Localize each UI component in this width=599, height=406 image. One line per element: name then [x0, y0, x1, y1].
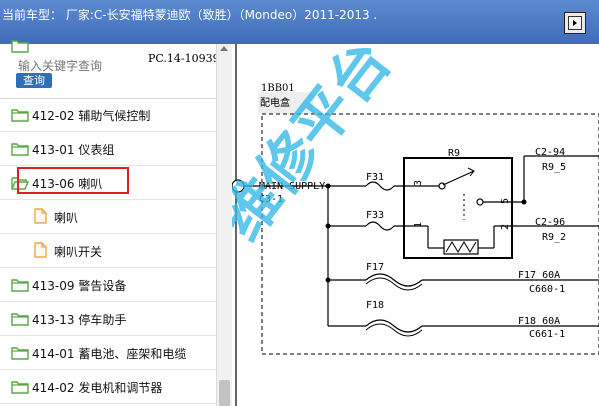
- pin-label: 3: [413, 180, 424, 186]
- folder-icon: [11, 313, 29, 326]
- document-icon: [34, 208, 47, 224]
- tree-item-413-13[interactable]: 413-13 停车助手: [0, 302, 216, 336]
- wiring-diagram[interactable]: 1BB01 配电盒 MAIN SUPPLY C3-1 F31 F33 R9 3 …: [232, 44, 599, 406]
- scroll-thumb[interactable]: [219, 380, 230, 406]
- tree-item-413-01[interactable]: 413-01 仪表组: [0, 132, 216, 166]
- restore-button[interactable]: [564, 12, 586, 34]
- fuse-f33-label: F33: [366, 210, 384, 221]
- watermark: 维修平台: [232, 44, 404, 253]
- box-name: 配电盒: [260, 96, 290, 109]
- output-label: R9_2: [542, 232, 566, 243]
- output-label: F17 60A: [518, 270, 560, 281]
- output-label: C2-94: [535, 147, 565, 158]
- scroll-up-arrow-icon[interactable]: [220, 46, 228, 51]
- tree-item-horn-switch[interactable]: 喇叭开关: [0, 234, 216, 268]
- folder-icon: [11, 40, 29, 53]
- window-title: 当前车型： 厂家:C-长安福特蒙迪欧（致胜）（Mondeo）2011-2013 …: [2, 8, 378, 22]
- folder-icon: [11, 381, 29, 394]
- fuse-f31-icon: [365, 181, 395, 191]
- relay-name: R9: [448, 148, 460, 159]
- search-area: 查询 PC.14-10939: [0, 40, 220, 99]
- folder-icon: [11, 109, 29, 122]
- output-label: C661-1: [529, 329, 565, 340]
- output-label: C660-1: [529, 284, 565, 295]
- pin-label: 1: [413, 222, 424, 228]
- pin-label: 2: [500, 224, 511, 230]
- tree-item-413-09[interactable]: 413-09 警告设备: [0, 268, 216, 302]
- restore-icon: [568, 16, 582, 30]
- relay-switch-icon: [442, 170, 475, 186]
- tree-item-label: 412-02 辅助气候控制: [32, 109, 151, 123]
- title-bar: 当前车型： 厂家:C-长安福特蒙迪欧（致胜）（Mondeo）2011-2013 …: [0, 0, 599, 44]
- sidebar: 查询 PC.14-10939 412-02 辅助气候控制 413-01 仪表组 …: [0, 40, 232, 406]
- tree-item-label: 413-13 停车助手: [32, 313, 127, 327]
- fuse-f33-icon: [365, 221, 395, 231]
- tree-item-412-02[interactable]: 412-02 辅助气候控制: [0, 98, 216, 132]
- output-label: C2-96: [535, 217, 565, 228]
- folder-icon: [11, 347, 29, 360]
- pin-label: 5: [500, 198, 511, 204]
- tree-item-label: 414-01 蓄电池、座架和电缆: [32, 347, 187, 361]
- tree-item-horn[interactable]: 喇叭: [0, 200, 216, 234]
- tree-item-label: 413-09 警告设备: [32, 279, 127, 293]
- fuse-f17-label: F17: [366, 262, 384, 273]
- tree-item-label: 414-02 发电机和调节器: [32, 381, 163, 395]
- tree-item-label: 413-01 仪表组: [32, 143, 115, 157]
- wiring-diagram-svg: 1BB01 配电盒 MAIN SUPPLY C3-1 F31 F33 R9 3 …: [232, 44, 599, 406]
- folder-icon: [11, 279, 29, 292]
- fuse-f31-label: F31: [366, 172, 384, 183]
- output-label: F18 60A: [518, 316, 560, 327]
- box-code: 1BB01: [261, 83, 295, 94]
- selection-highlight: [17, 167, 129, 194]
- sidebar-scrollbar[interactable]: [216, 44, 232, 406]
- tree-item-label: 喇叭: [54, 211, 79, 225]
- output-label: R9_5: [542, 162, 566, 173]
- query-button[interactable]: 查询: [16, 73, 52, 88]
- fuse-f18-label: F18: [366, 300, 384, 311]
- tree-item-414-02[interactable]: 414-02 发电机和调节器: [0, 370, 216, 404]
- tree-item-label: 喇叭开关: [54, 245, 103, 259]
- document-icon: [34, 242, 47, 258]
- folder-icon: [11, 143, 29, 156]
- pc-code: PC.14-10939: [148, 52, 220, 65]
- tree-item-414-01[interactable]: 414-01 蓄电池、座架和电缆: [0, 336, 216, 370]
